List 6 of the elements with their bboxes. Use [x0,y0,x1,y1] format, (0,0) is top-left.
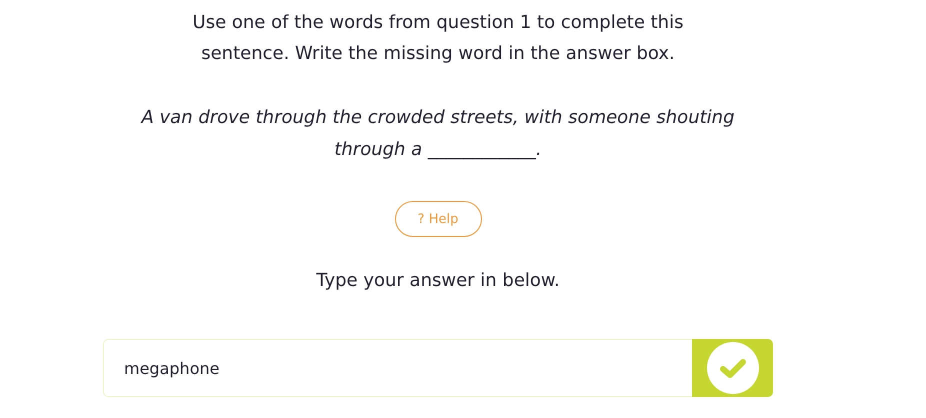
check-icon [706,342,758,394]
submit-button[interactable] [692,339,773,397]
answer-field[interactable]: megaphone [103,339,692,397]
example-sentence: A van drove through the crowded streets, with someone shouting through a ____________. [140,106,736,162]
question-text: Use one of the words from question 1 to complete this sentence. Write the missing word in the answer box. [192,11,684,66]
answer-prompt: Type your answer in below. [316,269,560,293]
